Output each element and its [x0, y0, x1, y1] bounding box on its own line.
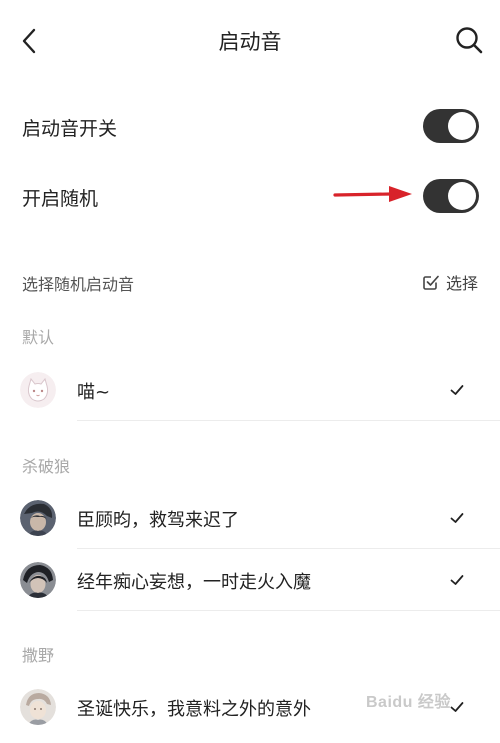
- toggle-knob: [448, 182, 476, 210]
- toggle-knob: [448, 112, 476, 140]
- random-section-label: 选择随机启动音: [22, 275, 135, 294]
- group-title-saye: 撒野: [22, 646, 55, 665]
- baidu-watermark: Baidu 经验: [366, 694, 451, 711]
- startup-sound-switch-row: 启动音开关: [0, 100, 500, 160]
- list-item[interactable]: 臣顾昀，救驾来迟了: [0, 487, 500, 549]
- random-switch-label: 开启随机: [22, 188, 99, 210]
- list-item[interactable]: 喵~: [0, 359, 500, 421]
- startup-sound-switch-label: 启动音开关: [22, 118, 118, 140]
- page-title: 启动音: [218, 30, 282, 54]
- select-button-label: 选择: [445, 274, 478, 293]
- header-bar: 启动音: [0, 0, 500, 82]
- character-avatar: [20, 562, 56, 598]
- cat-avatar: [20, 372, 56, 408]
- check-icon: [450, 385, 464, 395]
- search-icon: [456, 27, 483, 54]
- group-title-shapolang: 杀破狼: [22, 457, 71, 476]
- random-section-header: 选择随机启动音 选择: [0, 262, 500, 302]
- checkbox-edit-icon: [423, 275, 439, 290]
- startup-sound-toggle[interactable]: [423, 109, 479, 143]
- list-item-text: 经年痴心妄想，一时走火入魔: [77, 572, 311, 593]
- character-avatar: [20, 500, 56, 536]
- divider: [77, 610, 500, 611]
- character-avatar: [20, 689, 56, 725]
- group-title-default: 默认: [22, 328, 55, 347]
- random-switch-row: 开启随机: [0, 170, 500, 230]
- list-item[interactable]: 经年痴心妄想，一时走火入魔: [0, 549, 500, 611]
- check-icon: [450, 513, 464, 523]
- list-item-text: 喵~: [77, 382, 111, 403]
- select-button[interactable]: 选择: [422, 268, 478, 296]
- check-icon: [450, 575, 464, 585]
- random-toggle[interactable]: [423, 179, 479, 213]
- list-item-text: 圣诞快乐，我意料之外的意外: [77, 699, 311, 720]
- list-item-text: 臣顾昀，救驾来迟了: [77, 510, 239, 531]
- annotation-arrow-icon: [333, 186, 412, 202]
- divider: [77, 420, 500, 421]
- search-button[interactable]: [452, 22, 486, 58]
